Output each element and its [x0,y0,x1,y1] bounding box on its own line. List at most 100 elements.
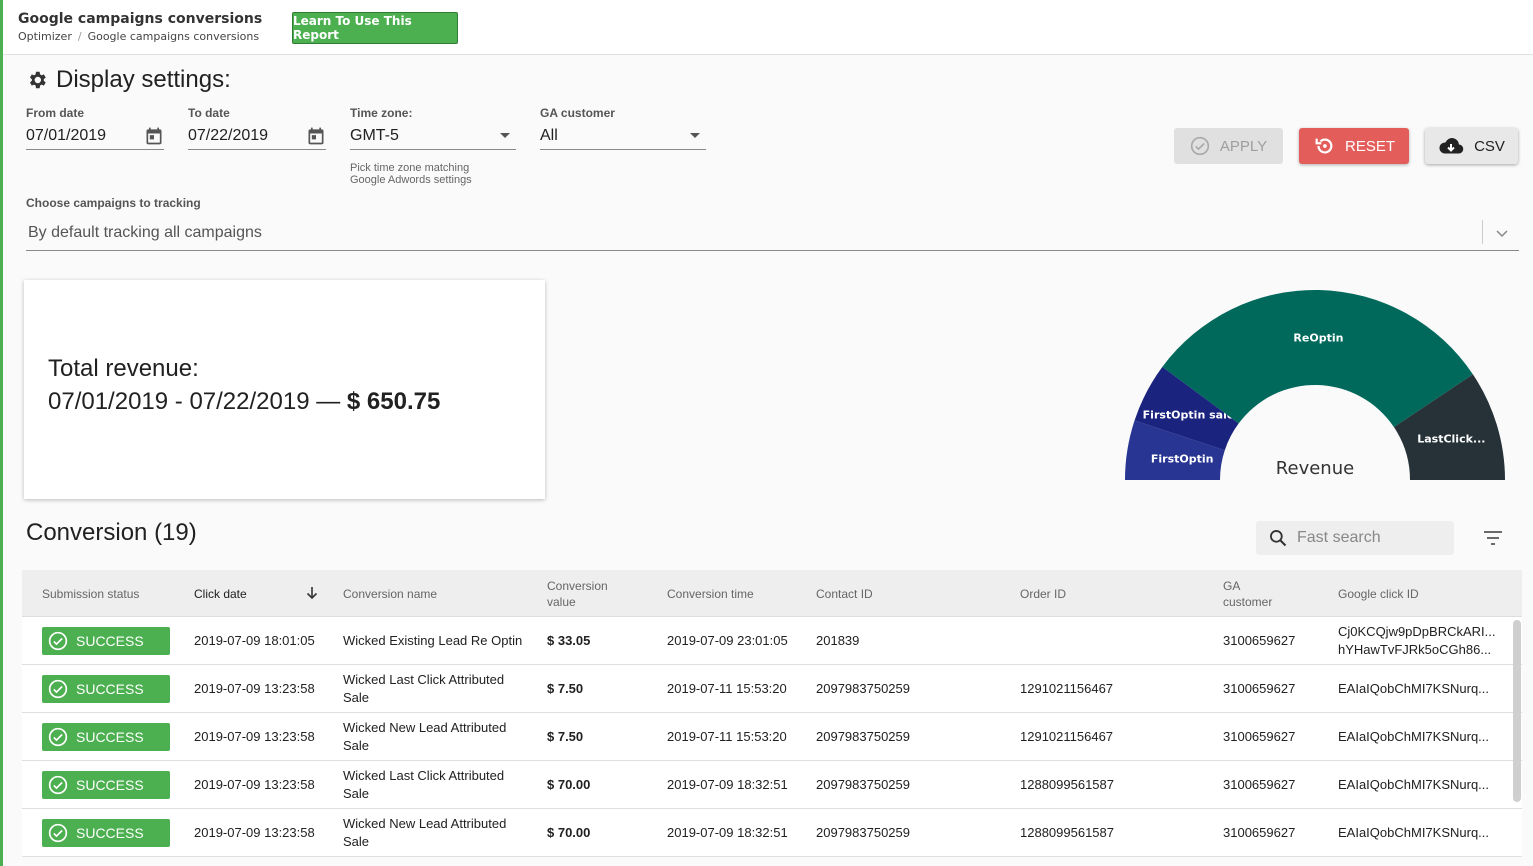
campaigns-label: Choose campaigns to tracking [26,196,201,210]
page-title: Google campaigns conversions [18,11,263,27]
cell-gclid: EAIaIQobChMI7KSNurq... [1338,713,1508,761]
table-row[interactable]: SUCCESS 2019-07-09 13:23:58 Wicked New Lea… [22,809,1522,857]
from-date-field[interactable]: 07/01/2019 [26,122,164,150]
table-body: SUCCESS 2019-07-09 18:01:05 Wicked Existin… [22,617,1522,857]
column-header-text: Conversion value [547,578,608,610]
cell-click-date: 2019-07-09 18:01:05 [194,633,315,648]
cell-ga-customer: 3100659627 [1223,825,1296,840]
cell-click-date: 2019-07-09 13:23:58 [194,729,315,744]
cell-line: EAIaIQobChMI7KSNurq... [1338,825,1490,840]
column-header-text: Conversion time [667,586,754,602]
breadcrumb-optimizer[interactable]: Optimizer [18,30,72,43]
status-text: SUCCESS [76,681,144,697]
cell-line: Sale [343,786,370,801]
to-date-label: To date [188,106,230,120]
calendar-icon[interactable] [306,126,326,146]
column-header[interactable]: Google click ID [1338,570,1419,617]
column-header-line: GA [1223,578,1241,593]
table-row[interactable]: SUCCESS 2019-07-09 13:23:58 Wicked Last Cl… [22,665,1522,713]
column-header-text: Submission status [42,586,139,602]
column-header[interactable]: Order ID [1020,570,1066,617]
cell-value: $ 70.00 [547,825,591,840]
cell-order-id: 1291021156467 [1020,681,1114,696]
breadcrumb-current: Google campaigns conversions [87,30,260,43]
column-header-line: value [547,594,576,609]
search-placeholder: Fast search [1297,529,1381,546]
apply-button[interactable]: APPLY [1174,128,1283,164]
timezone-hint: Pick time zone matching Google Adwords s… [350,162,530,186]
to-date-field[interactable]: 07/22/2019 [188,122,326,150]
table-row[interactable]: SUCCESS 2019-07-09 18:01:05 Wicked Existin… [22,617,1522,665]
cell-conv-time: 2019-07-11 15:53:20 [667,729,787,744]
cell-contact-id: 2097983750259 [816,777,910,792]
cell-conv-time: 2019-07-09 23:01:05 [667,633,788,648]
campaigns-select[interactable]: By default tracking all campaigns [26,216,1519,251]
timezone-select[interactable]: GMT-5 [350,122,516,150]
cell-line: EAIaIQobChMI7KSNurq... [1338,681,1490,696]
fast-search-input[interactable]: Fast search [1256,521,1454,555]
cell-line: Wicked Existing Lead Re Optin [343,633,523,648]
cell-line: Wicked New Lead Attributed [343,816,507,831]
column-header-line: Conversion name [343,586,438,601]
timezone-hint-line-2: Google Adwords settings [350,174,472,186]
google-click-id: EAIaIQobChMI7KSNurq... [1338,824,1489,842]
cell-line: Sale [343,690,370,705]
csv-export-button[interactable]: CSV [1425,128,1518,164]
column-header-line: Submission status [42,586,140,601]
table-row[interactable]: SUCCESS 2019-07-09 13:23:58 Wicked Last Cl… [22,761,1522,809]
total-revenue-card: Total revenue: 07/01/2019 - 07/22/2019 —… [24,280,545,499]
report-page: Google campaigns conversions Optimizer / G… [0,0,1533,866]
cell-order-id: 1288099561587 [1020,777,1114,792]
conversion-name: Wicked Existing Lead Re Optin [343,632,522,650]
cell-conv-time: 2019-07-09 18:32:51 [667,825,788,840]
table-row[interactable]: SUCCESS 2019-07-09 13:23:58 Wicked New Lea… [22,713,1522,761]
calendar-icon[interactable] [144,126,164,146]
status-text: SUCCESS [76,777,144,793]
search-icon [1270,530,1287,547]
cell-gclid: EAIaIQobChMI7KSNurq... [1338,665,1508,713]
chart-slice-label: ReOptin [1293,332,1343,345]
total-revenue-label: Total revenue: [48,355,199,382]
cell-line: Wicked Last Click Attributed [343,672,505,687]
cell-name: Wicked Last Click Attributed Sale [343,665,533,713]
cell-line: Cj0KCQjw9pDpBRCkARI... [1338,624,1496,639]
cell-name: Wicked New Lead Attributed Sale [343,809,533,857]
conversion-name: Wicked Last Click Attributed Sale [343,767,504,803]
status-text: SUCCESS [76,825,144,841]
cell-gclid: EAIaIQobChMI7KSNurq... [1338,761,1508,809]
column-header[interactable]: Conversion name [343,570,437,617]
column-header[interactable]: Click date [194,570,318,617]
reset-icon [1315,138,1333,154]
cell-line: hYHawTvFJRk5oCGh86... [1338,642,1492,657]
cell-contact-id: 201839 [816,633,860,648]
status-badge: SUCCESS [42,771,170,799]
column-header[interactable]: Contact ID [816,570,873,617]
column-header[interactable]: GA customer [1223,570,1272,617]
cell-contact-id: 2097983750259 [816,825,910,840]
column-header-text: Contact ID [816,586,873,602]
column-header-line: Order ID [1020,586,1067,601]
chart-slice-label: FirstOptin [1151,453,1214,466]
cell-line: EAIaIQobChMI7KSNurq... [1338,777,1490,792]
breadcrumb: Optimizer / Google campaigns conversions [18,30,259,43]
ga-customer-select[interactable]: All [540,122,706,150]
cell-contact-id: 2097983750259 [816,681,910,696]
display-settings-title: Display settings: [56,66,231,93]
table-scrollbar[interactable] [1513,620,1521,802]
cell-line: Wicked Last Click Attributed [343,768,505,783]
cell-order-id [1020,617,1210,665]
reset-button[interactable]: RESET [1299,128,1409,164]
reset-label: RESET [1344,137,1395,155]
column-header[interactable]: Conversion time [667,570,754,617]
sort-arrow-down-icon[interactable] [306,586,318,600]
column-header[interactable]: Conversion value [547,570,608,617]
cloud-download-icon [1439,138,1464,154]
revenue-amount: $ 650.75 [346,388,441,415]
filter-icon[interactable] [1483,530,1503,546]
column-header[interactable]: Submission status [42,570,139,617]
breadcrumb-separator: / [77,30,82,43]
conversion-name: Wicked Last Click Attributed Sale [343,671,504,707]
chevron-down-icon[interactable] [1495,226,1509,240]
apply-label: APPLY [1219,137,1268,155]
learn-report-button[interactable]: Learn To Use This Report [292,12,458,44]
